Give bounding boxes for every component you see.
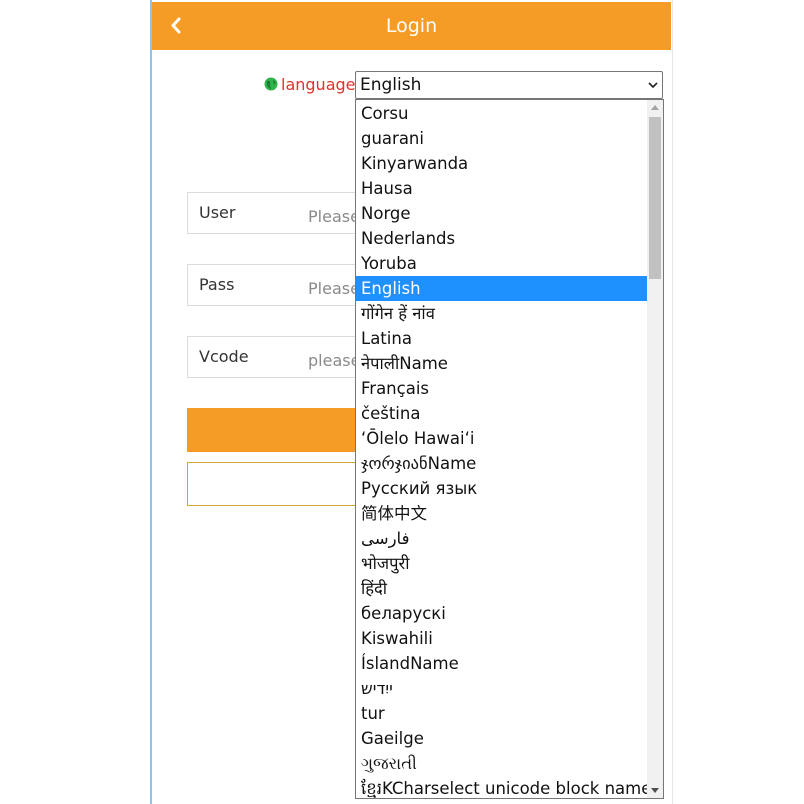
language-option[interactable]: Kinyarwanda: [356, 151, 648, 176]
language-row: language: [264, 72, 356, 96]
language-option[interactable]: Norge: [356, 201, 648, 226]
language-option[interactable]: Gaeilge: [356, 726, 648, 751]
app-header: Login: [152, 2, 671, 50]
language-option[interactable]: tur: [356, 701, 648, 726]
dropdown-scrollbar[interactable]: [647, 100, 663, 798]
language-option[interactable]: नेपालीName: [356, 351, 648, 376]
chevron-down-icon: [648, 82, 658, 89]
language-option[interactable]: ÍslandName: [356, 651, 648, 676]
language-option[interactable]: ʻŌlelo Hawaiʻi: [356, 426, 648, 451]
pass-label: Pass: [199, 275, 235, 294]
language-option[interactable]: भोजपुरी: [356, 551, 648, 576]
language-option[interactable]: فارسی: [356, 526, 648, 551]
page-title: Login: [385, 15, 438, 37]
language-dropdown-list: Corsu guarani Kinyarwanda Hausa Norge Nederla…: [355, 99, 664, 799]
scroll-up-arrow-icon[interactable]: [651, 105, 659, 110]
frame-border-right: [672, 0, 673, 804]
language-option[interactable]: English: [356, 276, 648, 301]
language-option[interactable]: 简体中文: [356, 501, 648, 526]
vcode-label: Vcode: [199, 347, 249, 366]
back-button[interactable]: [170, 12, 194, 40]
language-option[interactable]: Hausa: [356, 176, 648, 201]
language-option[interactable]: Kiswahili: [356, 626, 648, 651]
language-option[interactable]: Nederlands: [356, 226, 648, 251]
language-option[interactable]: गोंगेन हें नांव: [356, 301, 648, 326]
language-option[interactable]: ខ្មែរKCharselect unicode block name: [356, 776, 648, 798]
language-option[interactable]: Yoruba: [356, 251, 648, 276]
globe-icon: [264, 77, 278, 91]
language-option[interactable]: guarani: [356, 126, 648, 151]
language-option[interactable]: Latina: [356, 326, 648, 351]
language-label: language: [281, 74, 356, 94]
scroll-down-arrow-icon[interactable]: [651, 788, 659, 793]
chevron-left-icon: [171, 17, 181, 34]
scroll-thumb[interactable]: [649, 117, 661, 279]
language-option[interactable]: беларускі: [356, 601, 648, 626]
user-label: User: [199, 203, 236, 222]
language-option[interactable]: ગુજરાતી: [356, 751, 648, 776]
language-select-value: English: [360, 75, 422, 95]
language-option[interactable]: Corsu: [356, 101, 648, 126]
language-options: Corsu guarani Kinyarwanda Hausa Norge Nederla…: [356, 101, 648, 798]
language-option[interactable]: ייִדיש: [356, 676, 648, 701]
language-option[interactable]: čeština: [356, 401, 648, 426]
language-option[interactable]: Русский язык: [356, 476, 648, 501]
language-select[interactable]: English: [355, 71, 663, 99]
language-option[interactable]: हिंदी: [356, 576, 648, 601]
language-option[interactable]: Français: [356, 376, 648, 401]
language-option[interactable]: ჯორჯიანName: [356, 451, 648, 476]
